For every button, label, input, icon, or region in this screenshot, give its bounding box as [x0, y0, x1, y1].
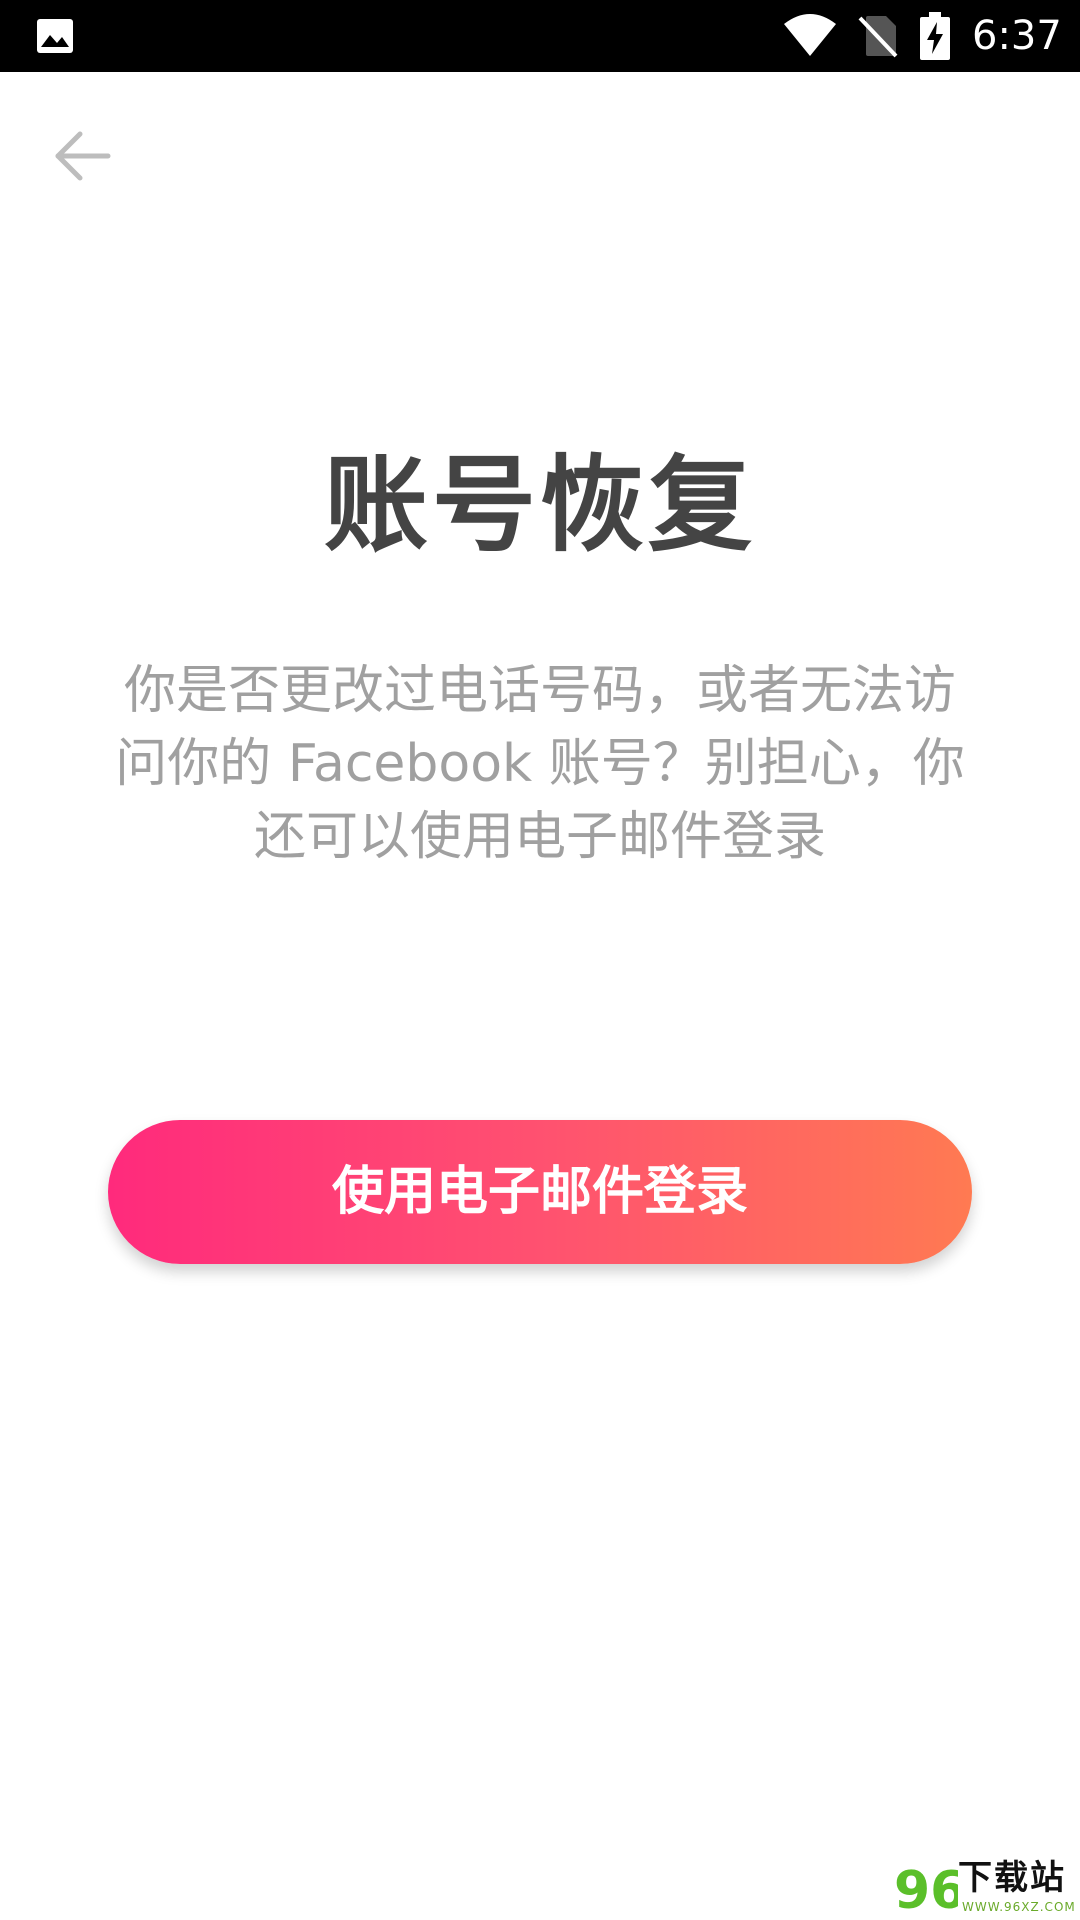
watermark-url: WWW.96XZ.COM [962, 1900, 1076, 1914]
page-title: 账号恢复 [323, 444, 756, 566]
description-text: 你是否更改过电话号码，或者无法访问你的 Facebook 账号？别担心，你还可以… [115, 661, 965, 867]
arrow-left-icon [55, 131, 111, 181]
watermark: 96 下载站 WWW.96XZ.COM [892, 1858, 1075, 1918]
watermark-text: 下载站 [958, 1858, 1066, 1898]
email-login-button[interactable]: 使用电子邮件登录 [108, 1120, 972, 1264]
battery-charging-icon [920, 12, 950, 60]
no-sim-icon [858, 16, 898, 58]
status-time: 6:37 [972, 13, 1062, 59]
gallery-icon [37, 19, 73, 53]
watermark-logo: 96 [894, 1861, 958, 1918]
wifi-icon [784, 14, 836, 56]
svg-text:96: 96 [894, 1861, 958, 1918]
back-button[interactable] [52, 126, 112, 186]
status-bar: 6:37 [0, 0, 1080, 72]
